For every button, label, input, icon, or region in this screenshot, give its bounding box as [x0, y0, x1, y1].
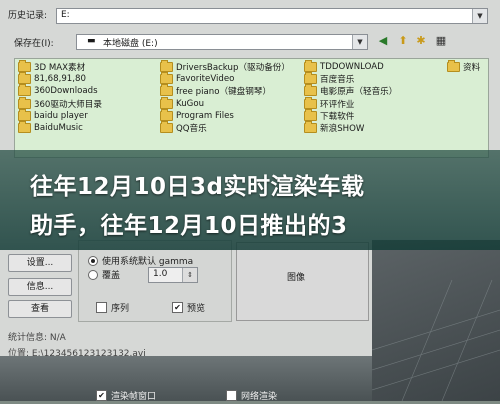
viewport-3d: [371, 240, 500, 402]
folder-icon: [160, 121, 173, 134]
bottom-toolbar-area: ✔ 渲染帧窗口 网络渲染: [0, 356, 372, 402]
list-item[interactable]: TDDOWNLOAD: [304, 60, 397, 73]
title-banner: 往年12月10日3d实时渲染车载 助手，往年12月10日推出的3: [0, 150, 500, 250]
checkmark-icon: ✔: [96, 390, 107, 401]
list-item[interactable]: baidu player: [18, 108, 102, 122]
history-dropdown[interactable]: E: ▼: [56, 8, 488, 24]
checkbox-icon: [96, 302, 107, 313]
history-value: E:: [61, 10, 70, 20]
banner-title-line-1: 往年12月10日3d实时渲染车载: [30, 174, 365, 200]
list-item[interactable]: 新浪SHOW: [304, 121, 397, 134]
list-item[interactable]: 3D MAX素材: [18, 60, 102, 73]
folder-icon: [447, 60, 460, 73]
checkmark-icon: ✔: [172, 302, 183, 313]
list-item[interactable]: QQ音乐: [160, 121, 290, 134]
folder-icon: [18, 84, 31, 97]
sequence-checkbox[interactable]: 序列: [96, 301, 129, 314]
checkbox-icon: [226, 390, 237, 401]
save-in-row: 保存在(I):: [14, 36, 54, 49]
chevron-down-icon[interactable]: ▼: [472, 9, 487, 23]
folder-icon: [160, 108, 173, 121]
file-list[interactable]: 3D MAX素材 81,68,91,80 360Downloads 360驱动大…: [14, 58, 489, 158]
image-preview: 图像: [236, 242, 369, 321]
list-item[interactable]: 环评作业: [304, 96, 397, 110]
folder-icon: [304, 84, 317, 97]
folder-icon: [160, 60, 173, 73]
folder-icon: [18, 108, 31, 121]
folder-icon: [18, 96, 31, 109]
drive-icon: ▬: [87, 36, 96, 46]
viewport-grid: [371, 279, 500, 402]
list-item[interactable]: KuGou: [160, 96, 290, 110]
new-folder-icon[interactable]: ✱: [414, 34, 428, 48]
folder-icon: [304, 96, 317, 109]
file-column-2: DriversBackup（驱动备份） FavoriteVideo free p…: [160, 60, 290, 134]
file-column-4: 资料: [447, 60, 480, 73]
chevron-down-icon[interactable]: ▼: [352, 35, 367, 49]
folder-icon: [160, 84, 173, 97]
override-gamma-radio[interactable]: 覆盖: [88, 268, 120, 281]
back-icon[interactable]: ◀: [376, 34, 390, 48]
folder-icon: [18, 60, 31, 73]
folder-icon: [18, 121, 31, 134]
info-button[interactable]: 信息...: [8, 278, 72, 296]
history-row: 历史记录:: [8, 8, 47, 21]
folder-icon: [304, 108, 317, 121]
folder-icon: [304, 60, 317, 73]
list-item[interactable]: 360驱动大师目录: [18, 96, 102, 110]
folder-icon: [18, 72, 31, 85]
list-item[interactable]: 下载软件: [304, 108, 397, 122]
save-in-dropdown[interactable]: ▬ 本地磁盘 (E:) ▼: [76, 34, 368, 50]
file-column-1: 3D MAX素材 81,68,91,80 360Downloads 360驱动大…: [18, 60, 102, 134]
spinner-arrows-icon[interactable]: ⇕: [182, 268, 197, 282]
folder-icon: [304, 121, 317, 134]
list-item[interactable]: FavoriteVideo: [160, 72, 290, 85]
up-folder-icon[interactable]: ⬆: [396, 34, 410, 48]
list-item[interactable]: DriversBackup（驱动备份）: [160, 60, 290, 73]
list-item[interactable]: Program Files: [160, 108, 290, 122]
file-column-3: TDDOWNLOAD 百度音乐 电影原声（轻音乐） 环评作业 下载软件 新浪SH…: [304, 60, 397, 134]
list-item[interactable]: BaiduMusic: [18, 121, 102, 134]
use-system-gamma-radio[interactable]: 使用系统默认 gamma: [88, 254, 193, 267]
save-in-value: 本地磁盘 (E:): [103, 39, 158, 49]
preview-label: 图像: [287, 273, 306, 283]
list-item[interactable]: 百度音乐: [304, 72, 397, 85]
folder-icon: [304, 72, 317, 85]
list-item[interactable]: 360Downloads: [18, 84, 102, 97]
list-item[interactable]: 电影原声（轻音乐）: [304, 84, 397, 97]
setup-button[interactable]: 设置...: [8, 254, 72, 272]
history-label: 历史记录:: [8, 11, 48, 21]
folder-icon: [160, 72, 173, 85]
statistics: 统计信息: N/A: [8, 333, 66, 343]
save-file-dialog: 历史记录: E: ▼ 保存在(I): ▬ 本地磁盘 (E:) ▼ ◀ ⬆ ✱ ▦…: [0, 0, 500, 402]
preview-checkbox[interactable]: ✔ 预览: [172, 301, 205, 314]
list-item[interactable]: free piano（键盘钢琴）: [160, 84, 290, 97]
list-item[interactable]: 资料: [447, 60, 480, 73]
gamma-spinner[interactable]: 1.0 ⇕: [148, 267, 198, 283]
save-in-label: 保存在(I):: [14, 39, 54, 49]
network-render-checkbox[interactable]: 网络渲染: [226, 389, 277, 402]
view-menu-icon[interactable]: ▦: [434, 34, 448, 48]
banner-title-line-2: 助手，往年12月10日推出的3: [30, 213, 348, 239]
render-window-checkbox[interactable]: ✔ 渲染帧窗口: [96, 389, 156, 402]
radio-selected-icon: [88, 255, 98, 266]
view-button[interactable]: 查看: [8, 300, 72, 318]
radio-icon: [88, 269, 98, 280]
folder-icon: [160, 96, 173, 109]
list-item[interactable]: 81,68,91,80: [18, 72, 102, 85]
